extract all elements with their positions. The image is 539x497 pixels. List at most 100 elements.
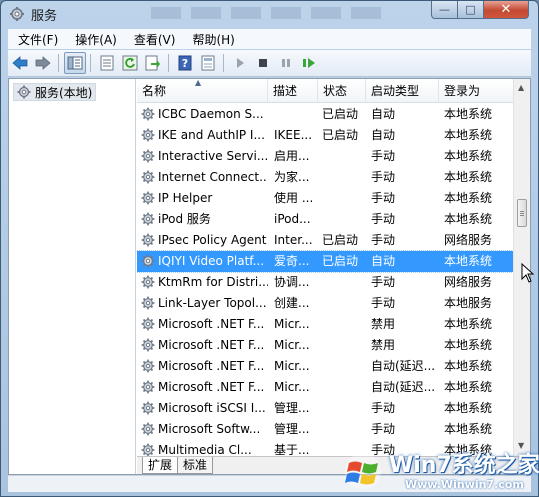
column-header-description[interactable]: 描述 [268,79,318,103]
service-startup-type-cell: 手动 [371,212,396,226]
back-button[interactable] [9,52,31,74]
service-startup-type-cell: 手动 [371,233,396,247]
service-logon-cell: 本地系统 [444,422,493,436]
export-list-button[interactable] [142,52,164,74]
minimize-button[interactable]: — [431,1,458,19]
service-logon-cell: 本地系统 [444,107,493,121]
service-name-cell: IKE and AuthIP I... [158,128,265,142]
service-description-cell: 为家... [274,170,310,184]
service-logon-cell: 本地系统 [444,128,493,142]
service-status-cell [322,377,368,398]
column-header-row: ▲ 名称 描述 状态 启动类型 登录为 [137,79,513,103]
services-list: ▲ 名称 描述 状态 启动类型 登录为 ICBC Daemon S... 已启动自… [137,79,530,474]
table-row[interactable]: IPsec Policy Agent Inter... 已启动 手动 网络服务 [137,230,513,251]
service-description-cell: 爱奇... [274,254,310,268]
scrollbar-thumb[interactable] [517,199,527,227]
service-name-cell: Microsoft .NET F... [158,380,265,394]
service-name-cell: Microsoft .NET F... [158,317,265,331]
tab-extended[interactable]: 扩展 [142,457,179,474]
service-status-cell [322,209,368,230]
menu-bar: 文件(F) 操作(A) 查看(V) 帮助(H) [8,29,531,49]
service-description-cell: IKEE... [274,128,313,142]
service-status-cell: 已启动 [322,254,359,268]
help-button[interactable]: ? [174,52,196,74]
column-header-name[interactable]: ▲ 名称 [137,79,268,103]
service-startup-type-cell: 手动 [371,170,396,184]
service-description-cell: iPod... [274,212,311,226]
properties-button[interactable] [96,52,118,74]
table-row[interactable]: iPod 服务 iPod... 手动 本地系统 [137,209,513,230]
menu-help[interactable]: 帮助(H) [182,31,241,48]
column-header-status[interactable]: 状态 [318,79,366,103]
title-bar[interactable]: 服务 — □ ✕ [1,1,538,27]
service-name-cell: Microsoft .NET F... [158,338,265,352]
scroll-up-icon[interactable]: ▲ [518,83,524,92]
service-startup-type-cell: 手动 [371,422,396,436]
service-description-cell: Micr... [274,380,310,394]
table-row[interactable]: Link-Layer Topol... 创建... 手动 本地服务 [137,293,513,314]
view-button[interactable] [197,52,219,74]
pause-service-button[interactable] [275,52,297,74]
toolbar-separator [168,54,169,72]
restart-service-icon [303,58,315,68]
window-title: 服务 [31,9,58,24]
watermark-title: Win7系统之家 [389,453,539,478]
service-name-cell: Link-Layer Topol... [158,296,267,310]
table-row[interactable]: KtmRm for Distri... 协调... 手动 网络服务 [137,272,513,293]
service-name-cell: Microsoft .NET F... [158,359,265,373]
table-row[interactable]: Internet Connect... 为家... 手动 本地系统 [137,167,513,188]
service-name-cell: KtmRm for Distri... [158,275,268,289]
table-row[interactable]: Microsoft .NET F... Micr... 禁用 本地系统 [137,335,513,356]
tree-node-services-local[interactable]: 服务(本地) [13,83,97,101]
restart-service-button[interactable] [298,52,320,74]
table-row[interactable]: Microsoft .NET F... Micr... 自动(延迟... 本地系统 [137,377,513,398]
service-logon-cell: 本地系统 [444,338,493,352]
service-gear-icon [141,296,155,310]
service-gear-icon [141,107,155,121]
service-logon-cell: 本地系统 [444,254,493,268]
column-header-startup-type[interactable]: 启动类型 [366,79,439,103]
column-header-logon-as[interactable]: 登录为 [439,79,513,103]
menu-file[interactable]: 文件(F) [8,31,65,48]
tab-standard[interactable]: 标准 [177,457,214,474]
service-logon-cell: 网络服务 [444,233,493,247]
service-startup-type-cell: 自动(延迟... [371,380,436,394]
service-status-cell [322,398,368,419]
service-status-cell [322,188,368,209]
windows-logo-icon [345,453,381,489]
toolbar-separator [90,54,91,72]
service-name-cell: IPsec Policy Agent [158,233,267,247]
table-row[interactable]: IKE and AuthIP I... IKEE... 已启动 自动 本地系统 [137,125,513,146]
table-row[interactable]: Microsoft iSCSI I... 管理... 手动 本地系统 [137,398,513,419]
maximize-button[interactable]: □ [457,1,484,19]
show-tree-button[interactable] [64,52,86,74]
service-gear-icon [141,401,155,415]
service-logon-cell: 本地系统 [444,170,493,184]
services-app-icon [10,7,24,21]
menu-view[interactable]: 查看(V) [124,31,183,48]
tree-node-label: 服务(本地) [35,85,93,100]
table-row[interactable]: Microsoft .NET F... Micr... 禁用 本地系统 [137,314,513,335]
stop-service-button[interactable] [252,52,274,74]
menu-action[interactable]: 操作(A) [65,31,124,48]
forward-button[interactable] [32,52,54,74]
refresh-icon [122,55,138,71]
refresh-button[interactable] [119,52,141,74]
service-description-cell: 使用 ... [274,191,314,205]
service-gear-icon [141,254,155,268]
table-row[interactable]: Interactive Servi... 启用... 手动 本地系统 [137,146,513,167]
view-icon [201,55,215,71]
console-tree: 服务(本地) [9,79,136,474]
column-header-name-label: 名称 [142,84,167,98]
table-row[interactable]: Microsoft .NET F... Micr... 自动(延迟... 本地系统 [137,356,513,377]
service-status-cell: 已启动 [322,128,359,142]
table-row[interactable]: Microsoft Softw... 管理... 手动 本地系统 [137,419,513,440]
start-service-button[interactable] [229,52,251,74]
table-row[interactable]: IP Helper 使用 ... 手动 本地系统 [137,188,513,209]
table-row[interactable]: IQIYI Video Platf... 爱奇... 已启动 自动 本地系统 [137,250,514,273]
service-logon-cell: 本地系统 [444,212,493,226]
service-logon-cell: 网络服务 [444,275,493,289]
table-row[interactable]: ICBC Daemon S... 已启动 自动 本地系统 [137,104,513,125]
close-button[interactable]: ✕ [483,1,529,19]
service-gear-icon [141,422,155,436]
